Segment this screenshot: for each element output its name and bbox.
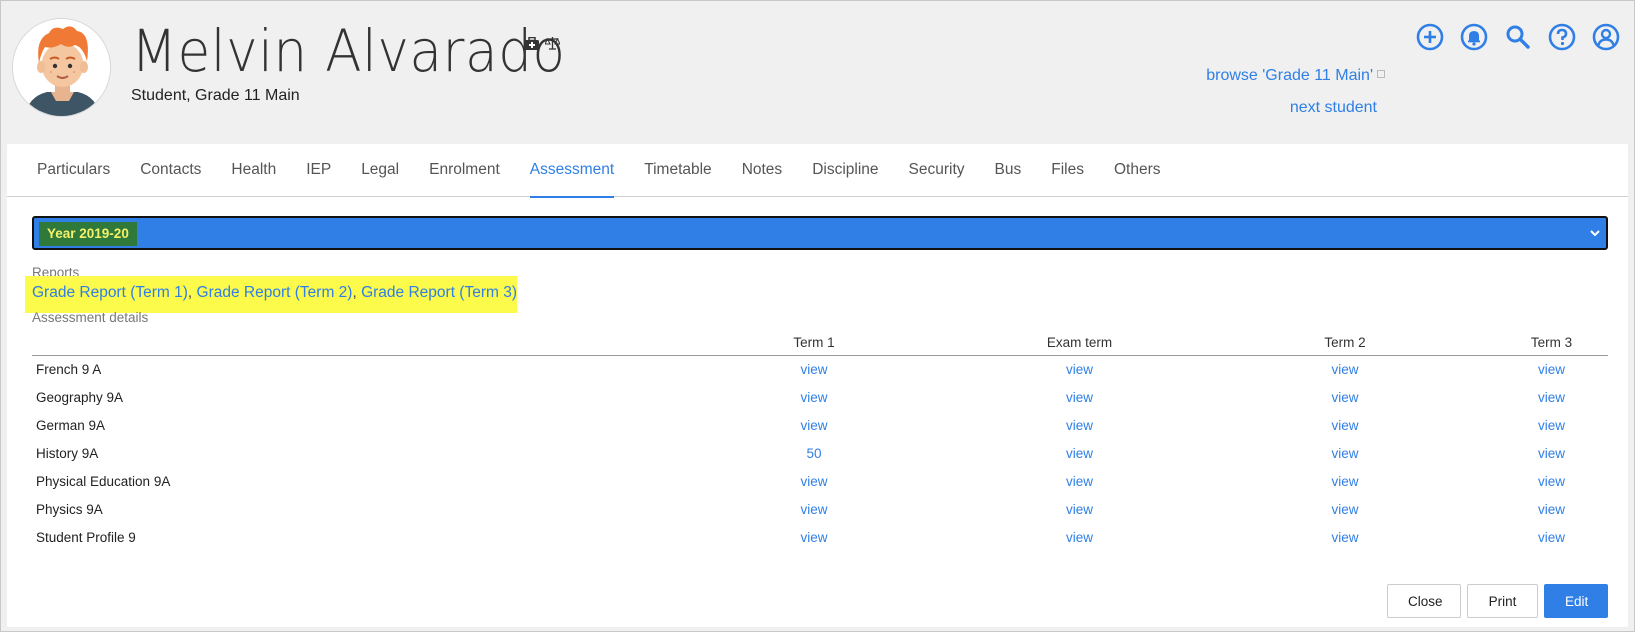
user-circle-icon[interactable] [1590, 21, 1622, 53]
column-header-term2: Term 2 [1195, 330, 1495, 356]
tab-bar: Particulars Contacts Health IEP Legal En… [7, 144, 1628, 198]
exam-term-view-link[interactable]: view [1066, 390, 1093, 405]
bell-icon[interactable] [1458, 21, 1490, 53]
exam-term-view-link[interactable]: view [1066, 418, 1093, 433]
subject-name: Student Profile 9 [36, 529, 136, 545]
plus-circle-icon[interactable] [1414, 21, 1446, 53]
assessment-details-label: Assessment details [32, 310, 149, 325]
tab-discipline[interactable]: Discipline [812, 144, 878, 197]
reports-links: Grade Report (Term 1), Grade Report (Ter… [32, 284, 517, 302]
year-selected-value: Year 2019-20 [39, 222, 137, 246]
tab-legal[interactable]: Legal [361, 144, 399, 197]
term3-view-link[interactable]: view [1538, 530, 1565, 545]
grade-report-term3-link[interactable]: Grade Report (Term 3) [361, 284, 517, 301]
print-button[interactable]: Print [1467, 584, 1538, 618]
main-panel: Particulars Contacts Health IEP Legal En… [7, 144, 1628, 627]
tab-assessment[interactable]: Assessment [529, 144, 615, 198]
tab-health[interactable]: Health [231, 144, 276, 197]
student-name: Melvin Alvarado [131, 17, 566, 85]
tab-bus[interactable]: Bus [995, 144, 1022, 197]
table-row: Physics 9A view view view view [32, 495, 1608, 523]
grade-report-term1-link[interactable]: Grade Report (Term 1) [32, 284, 188, 301]
term2-view-link[interactable]: view [1331, 474, 1358, 489]
column-header-subject [32, 330, 664, 356]
tab-particulars[interactable]: Particulars [37, 144, 110, 197]
table-row: French 9 A view view view view [32, 355, 1608, 383]
term2-view-link[interactable]: view [1331, 446, 1358, 461]
chevron-down-icon [1590, 230, 1600, 237]
term1-view-link[interactable]: view [800, 502, 827, 517]
page-header: Melvin Alvarado Student, Grade 11 Main b… [1, 1, 1635, 141]
report-separator: , [352, 284, 362, 301]
medical-kit-icon[interactable] [525, 36, 539, 55]
term1-score-link[interactable]: 50 [806, 446, 821, 461]
term3-view-link[interactable]: view [1538, 362, 1565, 377]
term2-view-link[interactable]: view [1331, 502, 1358, 517]
term3-view-link[interactable]: view [1538, 474, 1565, 489]
table-row: Student Profile 9 view view view view [32, 523, 1608, 551]
term2-view-link[interactable]: view [1331, 530, 1358, 545]
exam-term-view-link[interactable]: view [1066, 446, 1093, 461]
term3-view-link[interactable]: view [1538, 390, 1565, 405]
tab-files[interactable]: Files [1051, 144, 1084, 197]
tab-others[interactable]: Others [1114, 144, 1161, 197]
avatar [12, 18, 111, 117]
term2-view-link[interactable]: view [1331, 418, 1358, 433]
search-icon[interactable] [1502, 21, 1534, 53]
exam-term-view-link[interactable]: view [1066, 362, 1093, 377]
table-row: Geography 9A view view view view [32, 383, 1608, 411]
term2-view-link[interactable]: view [1331, 362, 1358, 377]
subject-name: Physical Education 9A [36, 473, 171, 489]
tab-timetable[interactable]: Timetable [644, 144, 711, 197]
browse-link-label: browse 'Grade 11 Main' [1206, 67, 1373, 84]
report-separator: , [187, 284, 197, 301]
column-header-term1: Term 1 [664, 330, 964, 356]
close-button[interactable]: Close [1387, 584, 1461, 618]
tab-security[interactable]: Security [909, 144, 965, 197]
next-student-label: next student [1289, 99, 1377, 116]
top-toolbar [1414, 21, 1622, 53]
status-icons [525, 36, 561, 55]
browse-link[interactable]: browse 'Grade 11 Main' [1206, 67, 1385, 85]
subject-name: History 9A [36, 445, 99, 461]
exam-term-view-link[interactable]: view [1066, 502, 1093, 517]
year-select[interactable]: Year 2019-20 [32, 216, 1608, 250]
subject-name: French 9 A [36, 361, 102, 377]
term1-view-link[interactable]: view [800, 418, 827, 433]
footer-buttons: Close Print Edit [1387, 584, 1628, 618]
subject-name: Geography 9A [36, 389, 124, 405]
assessment-table: Term 1 Exam term Term 2 Term 3 French 9 … [32, 330, 1608, 551]
table-header-row: Term 1 Exam term Term 2 Term 3 [32, 330, 1608, 356]
tab-contacts[interactable]: Contacts [140, 144, 201, 197]
edit-button[interactable]: Edit [1544, 584, 1608, 618]
term3-view-link[interactable]: view [1538, 418, 1565, 433]
table-row: History 9A 50 view view view [32, 439, 1608, 467]
exam-term-view-link[interactable]: view [1066, 474, 1093, 489]
help-circle-icon[interactable] [1546, 21, 1578, 53]
subject-name: German 9A [36, 417, 106, 433]
tab-iep[interactable]: IEP [306, 144, 331, 197]
term1-view-link[interactable]: view [800, 362, 827, 377]
student-role: Student, Grade 11 Main [131, 87, 300, 104]
exam-term-view-link[interactable]: view [1066, 530, 1093, 545]
term1-view-link[interactable]: view [800, 390, 827, 405]
avatar-image [13, 19, 110, 116]
term1-view-link[interactable]: view [800, 474, 827, 489]
table-row: German 9A view view view view [32, 411, 1608, 439]
grade-report-term2-link[interactable]: Grade Report (Term 2) [197, 284, 353, 301]
scales-icon[interactable] [544, 37, 561, 55]
tab-notes[interactable]: Notes [742, 144, 783, 197]
term2-view-link[interactable]: view [1331, 390, 1358, 405]
next-student-link[interactable]: next student [1290, 99, 1377, 117]
subject-name: Physics 9A [36, 501, 103, 517]
external-link-icon [1377, 70, 1385, 78]
table-row: Physical Education 9A view view view vie… [32, 467, 1608, 495]
tab-enrolment[interactable]: Enrolment [429, 144, 500, 197]
term1-view-link[interactable]: view [800, 530, 827, 545]
column-header-term3: Term 3 [1495, 330, 1608, 356]
term3-view-link[interactable]: view [1538, 502, 1565, 517]
column-header-exam-term: Exam term [964, 330, 1195, 356]
term3-view-link[interactable]: view [1538, 446, 1565, 461]
